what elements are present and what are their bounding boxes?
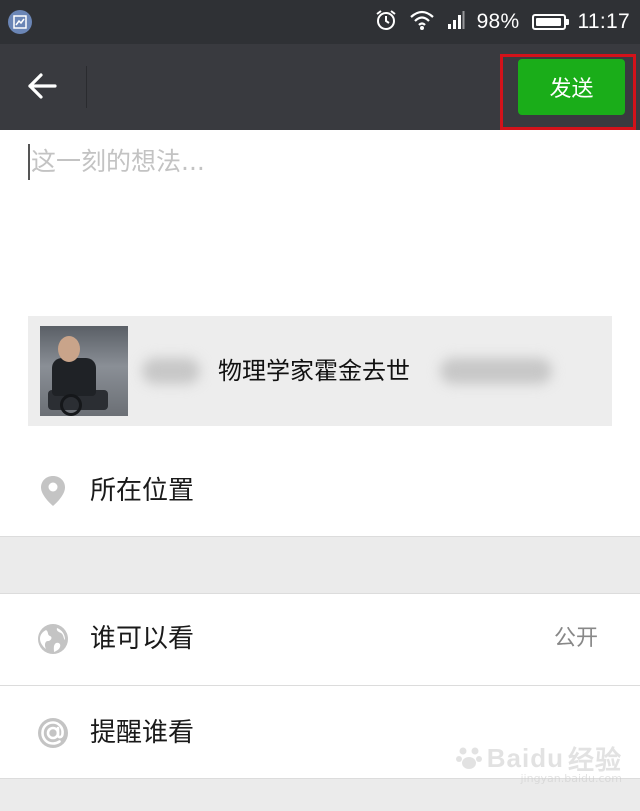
blurred-text-right (440, 358, 552, 384)
visibility-value: 公开 (553, 626, 598, 651)
battery-icon (531, 14, 569, 30)
mention-label: 提醒谁看 (90, 718, 195, 748)
thumb-body (52, 358, 96, 396)
location-pin-icon (36, 474, 70, 508)
at-icon (36, 716, 70, 750)
visibility-label: 谁可以看 (90, 624, 195, 654)
watermark-url: jingyan.baidu.com (520, 772, 622, 785)
alarm-icon (375, 9, 397, 35)
globe-icon (36, 622, 70, 656)
compose-placeholder: 这一刻的想法... (31, 147, 205, 176)
shared-link-card[interactable]: 物理学家霍金去世 (28, 316, 612, 426)
watermark-brand: Baidu (486, 743, 564, 773)
status-bar: 98% 11:17 (0, 0, 640, 44)
back-button[interactable] (20, 66, 64, 110)
compose-input[interactable]: 这一刻的想法... (28, 140, 608, 290)
visibility-row[interactable]: 谁可以看 公开 (0, 594, 640, 684)
blurred-text-left (142, 358, 200, 384)
battery-fill (535, 18, 561, 26)
app-bar-divider (86, 66, 87, 108)
link-thumbnail (40, 326, 128, 416)
signal-icon (447, 10, 465, 34)
app-notification-icon (8, 10, 32, 34)
send-button[interactable]: 发送 (518, 59, 625, 115)
location-label: 所在位置 (90, 476, 195, 506)
clock: 11:17 (577, 10, 630, 33)
section-gap (0, 537, 640, 593)
location-row[interactable]: 所在位置 (0, 446, 640, 536)
link-title: 物理学家霍金去世 (218, 357, 410, 385)
status-icons: 98% 11:17 (375, 0, 630, 44)
text-caret (28, 144, 30, 180)
wifi-icon (409, 9, 435, 35)
thumb-head (58, 336, 80, 362)
paw-logo-icon (455, 743, 483, 775)
arrow-left-icon (25, 69, 59, 107)
thumb-wheel (60, 394, 82, 416)
battery-percent: 98% (476, 10, 520, 33)
baidu-watermark: Baidu 经验 jingyan.baidu.com (455, 740, 622, 785)
